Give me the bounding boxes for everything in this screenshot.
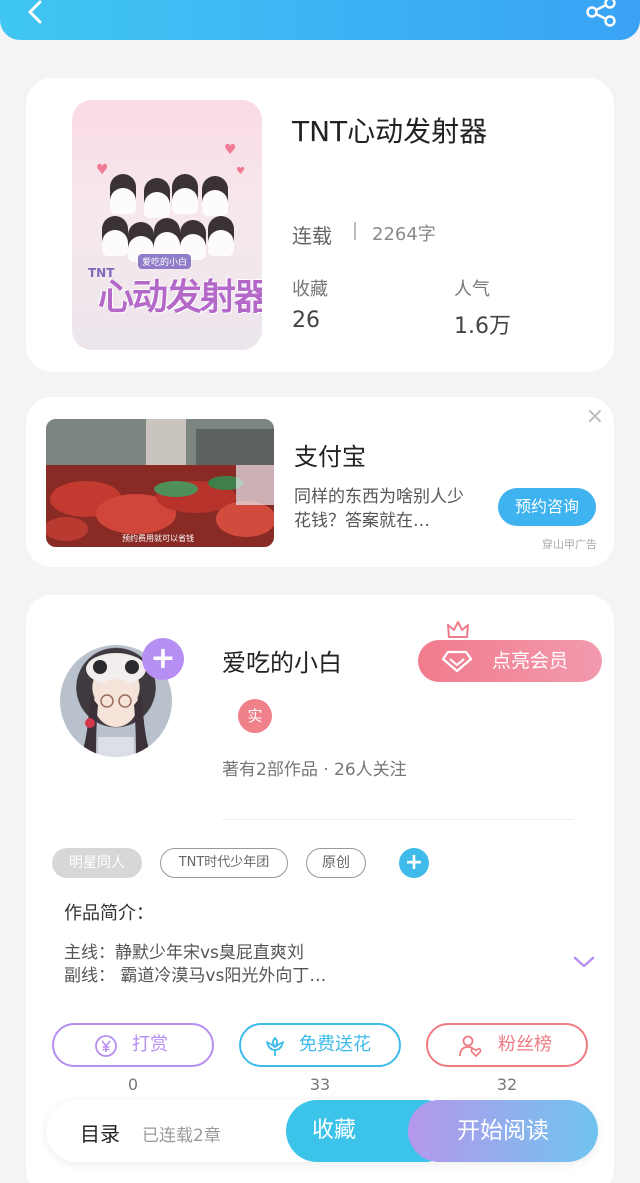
word-count: 2264字 bbox=[372, 224, 436, 245]
reward-count: 0 bbox=[127, 1075, 139, 1094]
vip-activate-button[interactable]: 点亮会员 bbox=[418, 640, 602, 682]
tag-chip[interactable]: 明星同人 bbox=[52, 848, 142, 878]
heart-icon: ♥ bbox=[236, 166, 245, 177]
cover-figure bbox=[154, 218, 180, 258]
ad-consult-button[interactable]: 预约咨询 bbox=[498, 488, 596, 526]
author-detail-card: + 爱吃的小白 实 著有2部作品 · 26人关注 点亮会员 明星同人 TNT时代… bbox=[26, 595, 614, 1183]
author-name[interactable]: 爱吃的小白 bbox=[222, 643, 342, 678]
intro-label: 作品简介： bbox=[64, 903, 154, 924]
reward-button[interactable]: 打赏 bbox=[52, 1023, 214, 1067]
verified-badge: 实 bbox=[238, 699, 272, 733]
ad-title: 支付宝 bbox=[294, 443, 366, 471]
crown-icon bbox=[447, 621, 469, 638]
popularity-count: 1.6万 bbox=[454, 314, 511, 339]
bottom-action-bar: 目录 已连载2章 收藏 开始阅读 bbox=[46, 1100, 598, 1162]
favorites-count: 26 bbox=[292, 308, 320, 333]
ad-source-label: 穿山甲广告 bbox=[542, 538, 597, 551]
author-meta: 著有2部作品 · 26人关注 bbox=[222, 760, 407, 780]
intro-text-line: 副线： 霸道冷漠马vs阳光外向丁… bbox=[64, 966, 327, 986]
user-heart-icon bbox=[459, 1035, 482, 1057]
fan-ranking-button[interactable]: 粉丝榜 bbox=[426, 1023, 588, 1067]
book-info-card: ♥ ♥ ♥ 爱吃的小白 TNT 心动发射器 TNT心动发射器 连载 2264字 … bbox=[26, 78, 614, 372]
cover-figure bbox=[172, 174, 198, 214]
cover-figure bbox=[144, 178, 170, 218]
serial-status: 连载 bbox=[292, 224, 332, 248]
fan-count: 32 bbox=[496, 1075, 518, 1094]
tag-chip[interactable]: 原创 bbox=[306, 848, 366, 878]
reward-label: 打赏 bbox=[132, 1034, 168, 1055]
divider bbox=[354, 222, 356, 240]
add-tag-button[interactable]: + bbox=[399, 848, 429, 878]
tag-chip[interactable]: TNT时代少年团 bbox=[160, 848, 288, 878]
favorites-label: 收藏 bbox=[292, 279, 328, 300]
cover-figure bbox=[102, 216, 128, 256]
follow-author-button[interactable]: + bbox=[142, 638, 184, 680]
cover-tag: 爱吃的小白 bbox=[138, 254, 192, 269]
yen-coin-icon bbox=[95, 1035, 117, 1057]
flower-count: 33 bbox=[309, 1075, 331, 1094]
divider bbox=[222, 819, 574, 820]
book-title: TNT心动发射器 bbox=[292, 115, 488, 148]
vip-button-label: 点亮会员 bbox=[492, 650, 569, 672]
cover-title: 心动发射器 bbox=[98, 277, 262, 318]
ad-image-graphic bbox=[46, 419, 274, 547]
send-flower-button[interactable]: 免费送花 bbox=[239, 1023, 401, 1067]
table-of-contents-button[interactable]: 目录 bbox=[80, 1118, 120, 1147]
ad-card[interactable]: 预约费用就可以省钱 支付宝 同样的东西为啥别人少花钱？答案就在… 预约咨询 × … bbox=[26, 397, 614, 567]
chapter-status: 已连载2章 bbox=[142, 1126, 221, 1146]
send-flower-label: 免费送花 bbox=[299, 1034, 371, 1055]
cover-figure bbox=[202, 176, 228, 216]
intro-text-line: 主线：静默少年宋vs臭屁直爽刘 bbox=[64, 943, 304, 963]
popularity-label: 人气 bbox=[454, 279, 490, 300]
share-icon[interactable] bbox=[584, 0, 618, 30]
heart-icon: ♥ bbox=[224, 142, 237, 158]
heart-icon: ♥ bbox=[96, 162, 109, 178]
cover-figure bbox=[110, 174, 136, 214]
fan-ranking-label: 粉丝榜 bbox=[498, 1034, 552, 1055]
top-app-bar bbox=[0, 0, 640, 40]
ad-description: 同样的东西为啥别人少花钱？答案就在… bbox=[294, 487, 464, 531]
ad-close-icon[interactable]: × bbox=[584, 406, 606, 428]
cover-figure bbox=[208, 216, 234, 256]
book-cover[interactable]: ♥ ♥ ♥ 爱吃的小白 TNT 心动发射器 bbox=[72, 100, 262, 350]
start-reading-button[interactable]: 开始阅读 bbox=[408, 1100, 598, 1162]
flower-icon bbox=[266, 1036, 284, 1056]
ad-image[interactable]: 预约费用就可以省钱 bbox=[46, 419, 274, 547]
diamond-icon bbox=[442, 650, 472, 673]
ad-image-caption: 预约费用就可以省钱 bbox=[122, 534, 194, 543]
chevron-down-icon[interactable] bbox=[572, 953, 596, 971]
back-arrow-icon[interactable] bbox=[22, 0, 52, 28]
